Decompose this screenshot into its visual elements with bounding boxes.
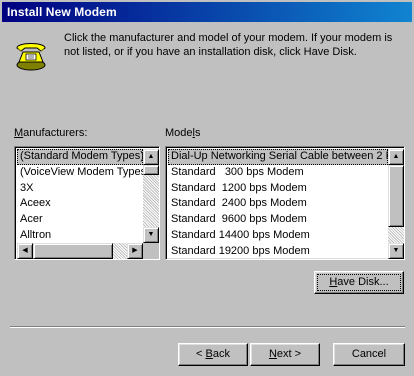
scroll-right-arrow-icon[interactable]: ▶ (127, 243, 143, 259)
manufacturer-item[interactable]: 3X (17, 181, 143, 197)
have-disk-button[interactable]: Have Disk... (314, 271, 404, 294)
manufacturer-item[interactable]: Acer (17, 212, 143, 228)
manufacturers-vscroll-thumb[interactable] (143, 165, 159, 175)
install-new-modem-dialog: Install New Modem Click the manufacturer… (0, 0, 414, 376)
models-vscroll-thumb[interactable] (388, 165, 404, 227)
back-button[interactable]: < Back (178, 343, 248, 366)
model-item[interactable]: Standard 14400 bps Modem (168, 228, 388, 244)
scrollbar-corner (143, 243, 159, 259)
manufacturers-listbox[interactable]: (Standard Modem Types) (VoiceView Modem T… (14, 146, 160, 260)
model-item[interactable]: Dial-Up Networking Serial Cable between … (168, 149, 388, 165)
scroll-up-arrow-icon[interactable]: ▲ (388, 149, 404, 165)
window-title: Install New Modem (7, 5, 117, 19)
models-listbox[interactable]: Dial-Up Networking Serial Cable between … (165, 146, 405, 260)
manufacturer-item[interactable]: Aceex (17, 196, 143, 212)
scroll-left-arrow-icon[interactable]: ◀ (17, 243, 33, 259)
manufacturers-horizontal-scrollbar[interactable]: ◀ ▶ (17, 243, 143, 259)
manufacturers-vertical-scrollbar[interactable]: ▲ ▼ (143, 149, 159, 243)
model-item[interactable]: Standard 300 bps Modem (168, 165, 388, 181)
model-item[interactable]: Standard 19200 bps Modem (168, 244, 388, 259)
telephone-modem-icon (16, 43, 46, 71)
cancel-button[interactable]: Cancel (333, 343, 405, 366)
model-item[interactable]: Standard 1200 bps Modem (168, 181, 388, 197)
manufacturer-item[interactable]: Alltron (17, 228, 143, 243)
scroll-down-arrow-icon[interactable]: ▼ (388, 243, 404, 259)
manufacturer-item[interactable]: (VoiceView Modem Types) (17, 165, 143, 181)
scroll-up-arrow-icon[interactable]: ▲ (143, 149, 159, 165)
model-item[interactable]: Standard 2400 bps Modem (168, 196, 388, 212)
manufacturers-label: Manufacturers: (14, 127, 88, 139)
manufacturer-item[interactable]: (Standard Modem Types) (17, 149, 143, 165)
instruction-text: Click the manufacturer and model of your… (64, 32, 393, 58)
scroll-down-arrow-icon[interactable]: ▼ (143, 227, 159, 243)
manufacturers-hscroll-thumb[interactable] (33, 243, 113, 259)
next-button[interactable]: Next > (250, 343, 320, 366)
button-separator (10, 326, 405, 328)
models-vertical-scrollbar[interactable]: ▲ ▼ (388, 149, 404, 259)
title-bar[interactable]: Install New Modem (2, 2, 412, 22)
models-label: Models (165, 127, 201, 139)
model-item[interactable]: Standard 9600 bps Modem (168, 212, 388, 228)
